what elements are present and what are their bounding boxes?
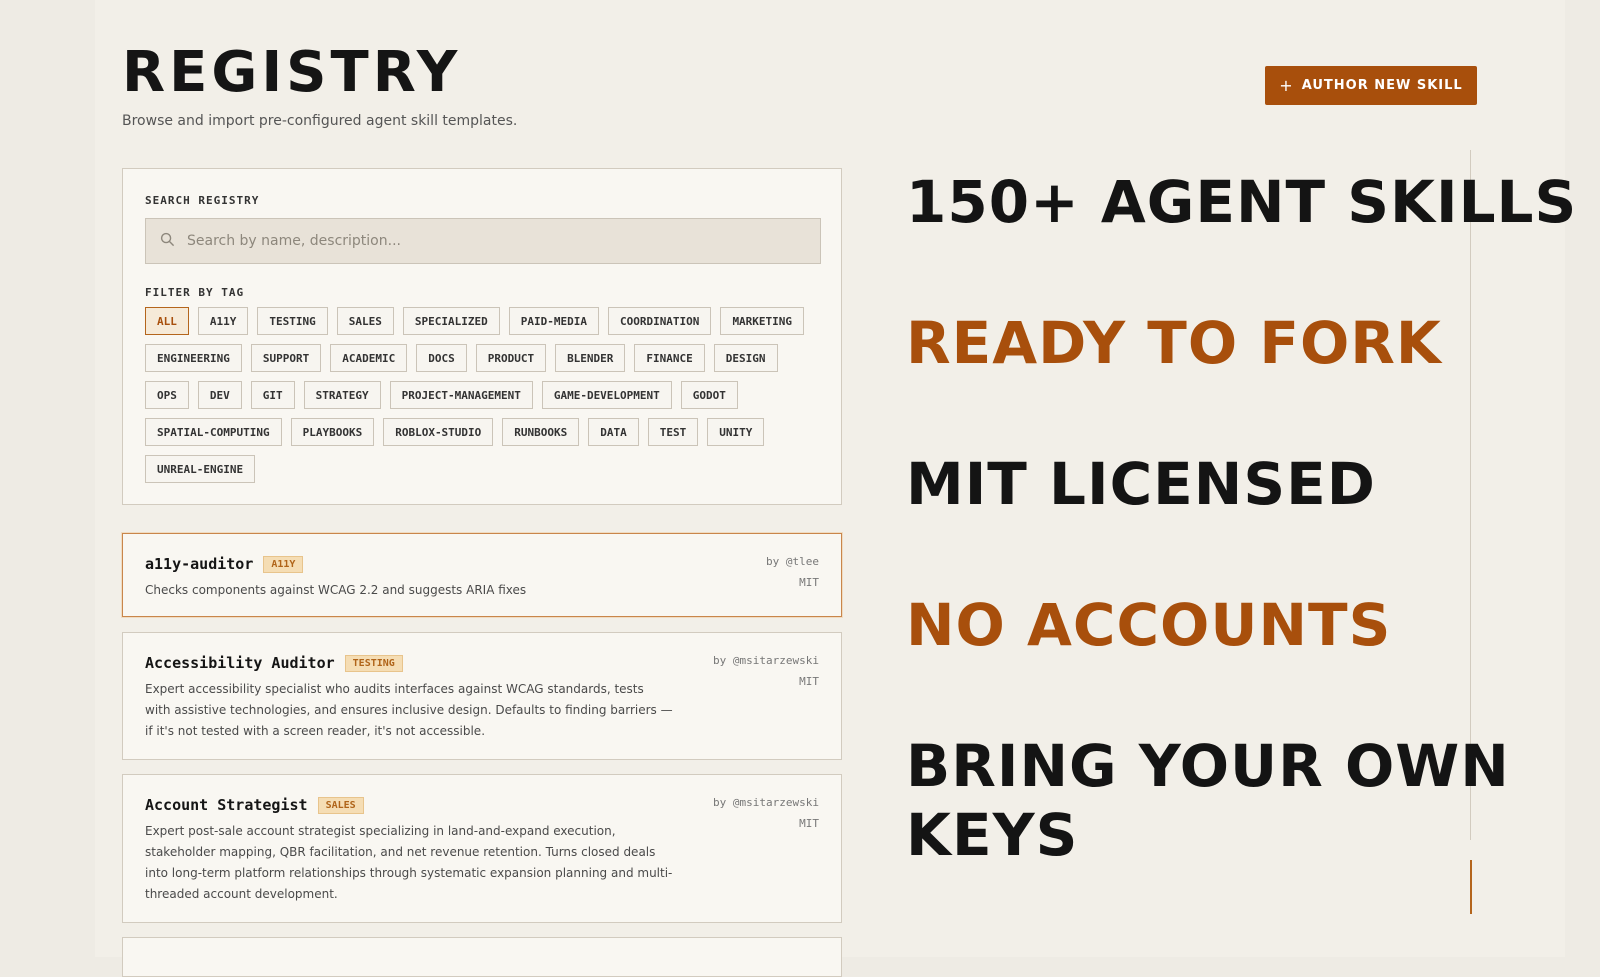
- tag-filter-data[interactable]: DATA: [588, 418, 639, 446]
- skill-card-header: Account Strategist SALES: [145, 796, 364, 814]
- skill-name: a11y-auditor: [145, 555, 254, 573]
- tag-filter-test[interactable]: TEST: [647, 418, 699, 446]
- skill-name: Accessibility Auditor: [145, 654, 335, 672]
- tag-filter-runbooks[interactable]: RUNBOOKS: [502, 418, 580, 446]
- tag-filter-godot[interactable]: GODOT: [680, 381, 738, 409]
- tag-filter-testing[interactable]: TESTING: [257, 307, 328, 335]
- tag-filter-design[interactable]: DESIGN: [713, 344, 778, 372]
- search-panel: SEARCH REGISTRY FILTER BY TAG ALL A11Y TES…: [122, 168, 842, 505]
- skill-description: Checks components against WCAG 2.2 and s…: [145, 583, 527, 597]
- tag-filter-playbooks[interactable]: PLAYBOOKS: [290, 418, 375, 446]
- skill-author[interactable]: by @msitarzewski: [713, 654, 819, 667]
- skill-card-header: a11y-auditor A11Y: [145, 555, 304, 573]
- tag-filter-unity[interactable]: UNITY: [707, 418, 765, 446]
- tag-filter-sales[interactable]: SALES: [336, 307, 394, 335]
- tag-filter-game-development[interactable]: GAME-DEVELOPMENT: [541, 381, 672, 409]
- skill-author[interactable]: by @tlee: [766, 555, 819, 568]
- tag-filter-marketing[interactable]: MARKETING: [720, 307, 805, 335]
- skill-card-partial[interactable]: [122, 937, 842, 977]
- promo-line: BRING YOUR OWN KEYS: [906, 732, 1510, 869]
- skill-card-account-strategist[interactable]: Account Strategist SALES Expert post-sal…: [122, 774, 842, 923]
- tag-filter-roblox-studio[interactable]: ROBLOX-STUDIO: [383, 418, 494, 446]
- tag-filter-finance[interactable]: FINANCE: [634, 344, 705, 372]
- tag-filter-product[interactable]: PRODUCT: [475, 344, 547, 372]
- tag-filter-project-management[interactable]: PROJECT-MANAGEMENT: [389, 381, 533, 409]
- tag-filter-engineering[interactable]: ENGINEERING: [145, 344, 242, 372]
- skill-license: MIT: [799, 675, 819, 688]
- tag-filter-spatial-computing[interactable]: SPATIAL-COMPUTING: [145, 418, 282, 446]
- tag-filter-blender[interactable]: BLENDER: [555, 344, 626, 372]
- skill-card-header: Accessibility Auditor TESTING: [145, 654, 403, 672]
- author-new-skill-button[interactable]: + AUTHOR NEW SKILL: [1265, 66, 1477, 105]
- tag-filter-unreal-engine[interactable]: UNREAL-ENGINE: [145, 455, 256, 483]
- promo-line: MIT LICENSED: [906, 450, 1376, 518]
- tag-filter-strategy[interactable]: STRATEGY: [303, 381, 381, 409]
- skill-tag-badge: TESTING: [344, 654, 403, 672]
- promo-overlay: 150+ AGENT SKILLS READY TO FORK MIT LICE…: [906, 168, 1586, 870]
- skill-tag-badge: SALES: [317, 796, 364, 814]
- plus-icon: +: [1279, 76, 1294, 95]
- search-input[interactable]: [185, 232, 820, 250]
- filter-label: FILTER BY TAG: [145, 286, 245, 299]
- skill-description: Expert post-sale account strategist spec…: [145, 824, 673, 901]
- tag-filter-coordination[interactable]: COORDINATION: [607, 307, 712, 335]
- tag-filter-paid-media[interactable]: PAID-MEDIA: [508, 307, 599, 335]
- tag-filter-ops[interactable]: OPS: [145, 381, 189, 409]
- search-label: SEARCH REGISTRY: [145, 194, 260, 207]
- skill-author[interactable]: by @msitarzewski: [713, 796, 819, 809]
- skill-license: MIT: [799, 817, 819, 830]
- skill-card-accessibility-auditor[interactable]: Accessibility Auditor TESTING Expert acc…: [122, 632, 842, 760]
- skill-name: Account Strategist: [145, 796, 308, 814]
- tag-filter-list: ALL A11Y TESTING SALES SPECIALIZED PAID-MEDIA…: [145, 307, 825, 483]
- skill-card-a11y-auditor[interactable]: a11y-auditor A11Y Checks components agai…: [122, 533, 842, 617]
- author-new-skill-label: AUTHOR NEW SKILL: [1301, 78, 1463, 93]
- tag-filter-all[interactable]: ALL: [145, 307, 189, 335]
- search-icon: [160, 232, 175, 251]
- page-subtitle: Browse and import pre-configured agent s…: [122, 113, 518, 129]
- skill-description: Expert accessibility specialist who audi…: [145, 682, 673, 738]
- skill-tag-badge: A11Y: [263, 555, 304, 573]
- promo-line: READY TO FORK: [906, 309, 1442, 377]
- tag-filter-support[interactable]: SUPPORT: [250, 344, 322, 372]
- tag-filter-git[interactable]: GIT: [250, 381, 295, 409]
- tag-filter-docs[interactable]: DOCS: [416, 344, 467, 372]
- skill-license: MIT: [799, 576, 819, 589]
- tag-filter-academic[interactable]: ACADEMIC: [330, 344, 408, 372]
- tag-filter-specialized[interactable]: SPECIALIZED: [402, 307, 500, 335]
- promo-line: NO ACCOUNTS: [906, 591, 1392, 659]
- search-box[interactable]: [145, 218, 821, 264]
- promo-line: 150+ AGENT SKILLS: [906, 168, 1578, 236]
- tag-filter-a11y[interactable]: A11Y: [197, 307, 249, 335]
- page-title: REGISTRY: [122, 40, 462, 105]
- tag-filter-dev[interactable]: DEV: [197, 381, 242, 409]
